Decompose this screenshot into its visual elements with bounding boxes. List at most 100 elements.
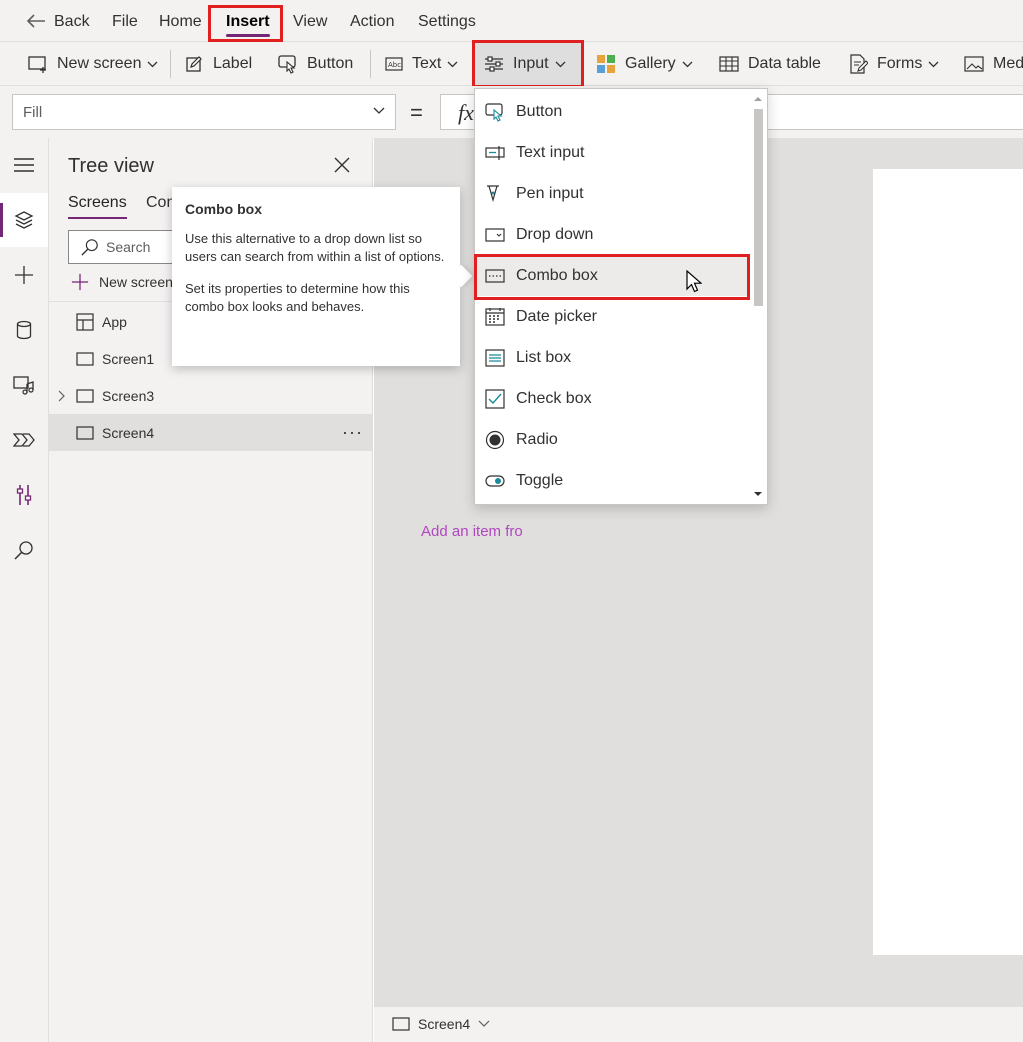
search-placeholder: Search	[106, 239, 151, 255]
forms-button[interactable]: Forms	[848, 42, 939, 86]
menu-view[interactable]: View	[293, 0, 327, 42]
screen-icon	[76, 425, 94, 440]
menu-insert[interactable]: Insert	[226, 0, 270, 42]
tab-screens-label: Screens	[68, 194, 127, 211]
screen-icon	[76, 388, 94, 403]
command-bar: New screen Label Button Abc Text Input G…	[0, 42, 1023, 86]
insert-rail-button[interactable]	[0, 248, 48, 302]
dropdown-scrollbar[interactable]	[751, 93, 765, 498]
advanced-tools-rail-button[interactable]	[0, 468, 48, 522]
text-button[interactable]: Abc Text	[385, 42, 458, 86]
menu-item-list-box[interactable]: List box	[475, 337, 749, 378]
menu-item-pen-input[interactable]: Pen input	[475, 173, 749, 214]
tree-item-label: Screen1	[102, 350, 155, 367]
calendar-icon	[485, 307, 505, 326]
flow-icon	[13, 433, 35, 447]
svg-text:Abc: Abc	[388, 61, 401, 69]
back-button[interactable]: Back	[26, 0, 90, 42]
tree-item-screen4[interactable]: Screen4 ···	[49, 414, 372, 451]
new-screen-button[interactable]: New screen	[28, 42, 158, 86]
text-input-icon	[485, 145, 505, 160]
tree-item-label: Screen3	[102, 387, 155, 404]
combo-box-tooltip: Combo box Use this alternative to a drop…	[172, 187, 460, 366]
tools-icon	[16, 485, 32, 505]
menu-home[interactable]: Home	[159, 0, 202, 42]
button-label: Button	[307, 55, 354, 72]
text-label: Text	[412, 55, 442, 72]
hamburger-menu-button[interactable]	[0, 138, 48, 192]
menu-insert-label: Insert	[226, 13, 270, 30]
menu-item-label: Drop down	[516, 225, 594, 243]
input-button[interactable]: Input	[474, 42, 582, 86]
screen-artboard[interactable]	[873, 169, 1023, 955]
tree-search-input[interactable]: Search	[68, 230, 188, 264]
plus-icon	[71, 273, 89, 291]
scroll-down-arrow-icon[interactable]	[751, 490, 765, 498]
left-rail	[0, 138, 49, 1042]
gallery-button[interactable]: Gallery	[596, 42, 693, 86]
table-icon	[719, 56, 739, 72]
search-icon	[14, 541, 33, 560]
menu-file[interactable]: File	[112, 0, 138, 42]
media-rail-button[interactable]	[0, 358, 48, 412]
tab-underline	[68, 217, 127, 219]
tree-view-title: Tree view	[68, 155, 154, 177]
tooltip-title: Combo box	[185, 201, 262, 217]
property-dropdown[interactable]: Fill	[12, 94, 396, 130]
menu-item-label: Radio	[516, 430, 558, 448]
input-dropdown-menu: Button Text input Pen input Drop down Co…	[474, 88, 768, 505]
menu-item-combo-box[interactable]: Combo box	[475, 255, 749, 296]
menu-item-button[interactable]: Button	[475, 91, 749, 132]
scrollbar-thumb[interactable]	[754, 109, 763, 306]
fx-icon: fx	[458, 100, 474, 125]
radio-icon	[485, 430, 505, 449]
back-label: Back	[54, 12, 90, 30]
label-label: Label	[213, 55, 253, 72]
label-button[interactable]: Label	[186, 42, 252, 86]
database-icon	[16, 320, 32, 340]
close-tree-view-button[interactable]	[334, 157, 350, 173]
media-button[interactable]: Med	[964, 42, 1023, 86]
menu-item-check-box[interactable]: Check box	[475, 378, 749, 419]
search-rail-button[interactable]	[0, 523, 48, 577]
button-icon	[278, 55, 296, 74]
menu-item-label: Pen input	[516, 184, 584, 202]
menu-item-date-picker[interactable]: Date picker	[475, 296, 749, 337]
menu-item-label: Date picker	[516, 307, 597, 325]
new-screen-link-label: New screen	[99, 274, 173, 290]
new-screen-link[interactable]: New screen	[71, 273, 173, 291]
screen-icon	[392, 1017, 410, 1031]
media-label: Med	[993, 55, 1023, 72]
menu-action[interactable]: Action	[350, 0, 394, 42]
gallery-icon	[597, 55, 615, 73]
button-button[interactable]: Button	[278, 42, 353, 86]
tree-item-label: Screen4	[102, 424, 155, 441]
data-table-button[interactable]: Data table	[719, 42, 821, 86]
tree-item-screen3[interactable]: Screen3	[49, 377, 372, 414]
image-icon	[964, 56, 984, 72]
scroll-up-arrow-icon[interactable]	[751, 95, 765, 103]
more-options-button[interactable]: ···	[342, 422, 363, 443]
power-automate-rail-button[interactable]	[0, 413, 48, 467]
add-item-hint[interactable]: Add an item fro	[421, 523, 523, 540]
divider	[170, 50, 171, 78]
menu-item-radio[interactable]: Radio	[475, 419, 749, 460]
menu-item-drop-down[interactable]: Drop down	[475, 214, 749, 255]
screen-icon	[76, 351, 94, 366]
menu-item-text-input[interactable]: Text input	[475, 132, 749, 173]
drop-down-icon	[485, 227, 505, 242]
tab-components[interactable]: Con	[146, 194, 175, 212]
chevron-right-icon[interactable]	[58, 390, 66, 402]
plus-icon	[15, 266, 33, 284]
tree-view-button[interactable]	[0, 193, 48, 247]
menu-settings[interactable]: Settings	[418, 0, 476, 42]
data-rail-button[interactable]	[0, 303, 48, 357]
menu-item-label: List box	[516, 348, 572, 366]
menu-item-toggle[interactable]: Toggle	[475, 460, 749, 501]
tree-item-label: App	[102, 313, 127, 330]
tab-screens[interactable]: Screens	[68, 194, 127, 219]
screen-selector[interactable]: Screen4	[392, 1016, 490, 1032]
input-sliders-icon	[485, 56, 503, 72]
layers-icon	[14, 211, 34, 229]
tooltip-description: Use this alternative to a drop down list…	[185, 231, 445, 264]
